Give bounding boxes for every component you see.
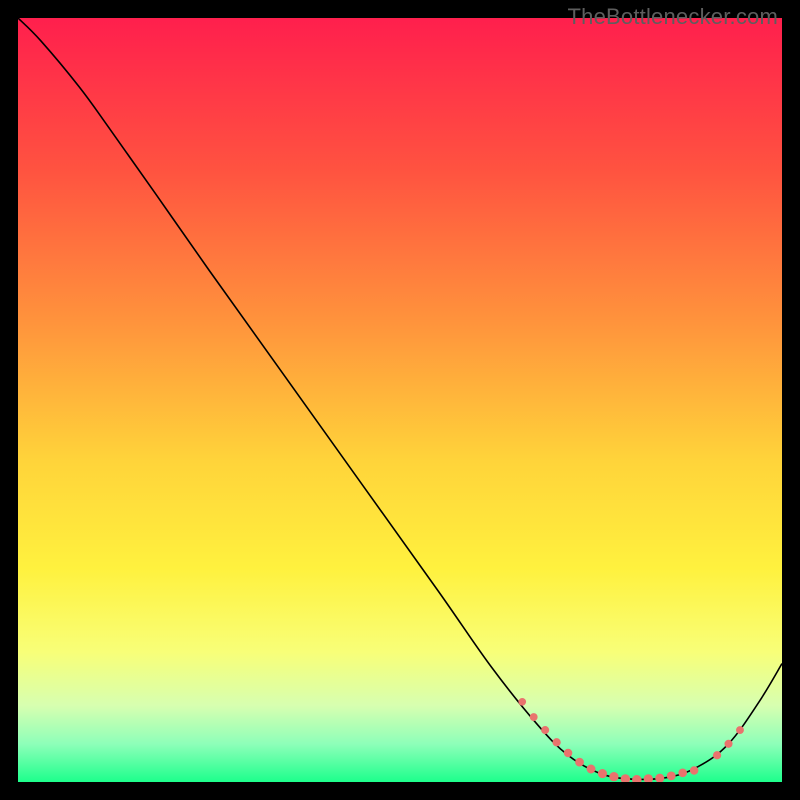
curve-marker	[713, 751, 721, 759]
curve-marker	[564, 749, 572, 757]
bottleneck-chart	[18, 18, 782, 782]
curve-marker	[587, 765, 596, 774]
curve-marker	[724, 740, 732, 748]
gradient-background	[18, 18, 782, 782]
curve-marker	[518, 698, 526, 706]
curve-marker	[678, 768, 687, 777]
curve-marker	[575, 758, 584, 767]
curve-marker	[736, 726, 744, 734]
curve-marker	[598, 769, 607, 778]
curve-marker	[690, 766, 698, 774]
curve-marker	[609, 772, 618, 781]
curve-marker	[530, 713, 538, 721]
watermark-text: TheBottlenecker.com	[568, 4, 778, 30]
curve-marker	[541, 726, 549, 734]
chart-frame	[18, 18, 782, 782]
curve-marker	[552, 738, 560, 746]
curve-marker	[667, 771, 676, 780]
